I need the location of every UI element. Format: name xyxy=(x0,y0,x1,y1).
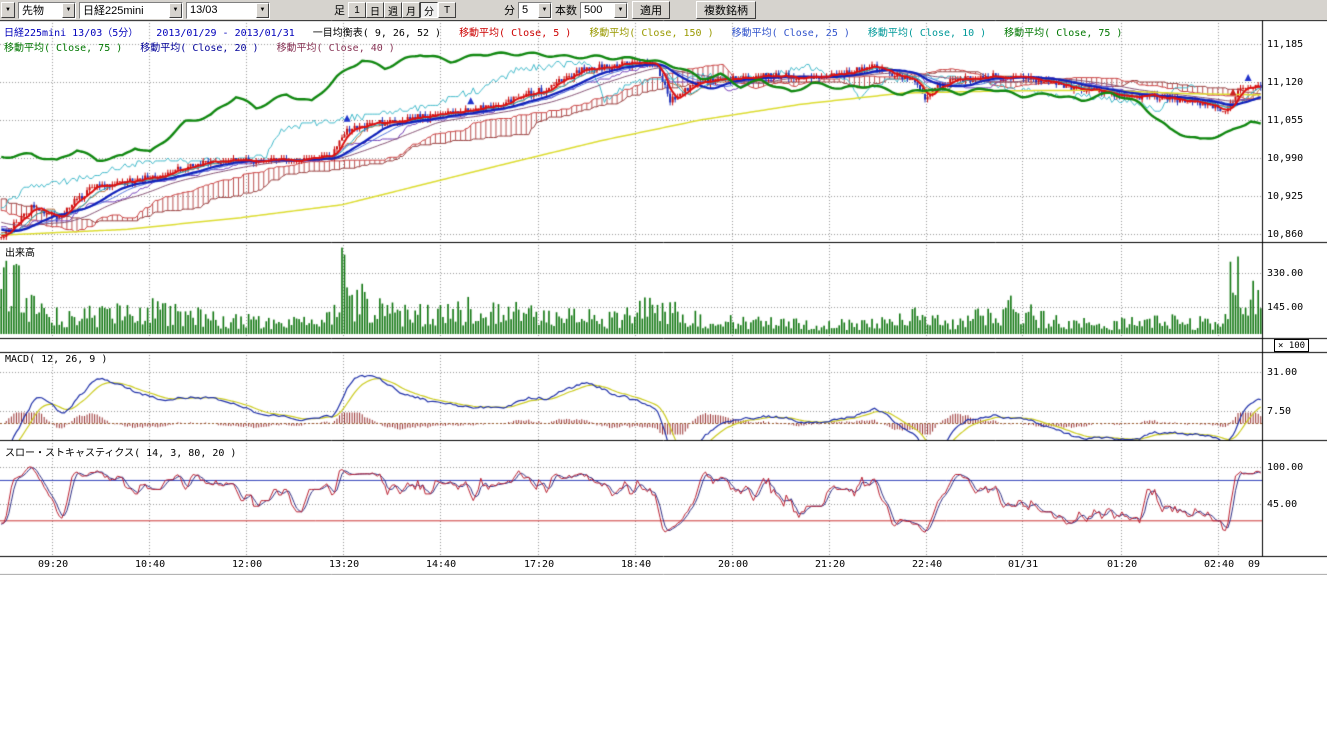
contract-select[interactable]: 13/03 ▼ xyxy=(186,2,270,19)
minutes-label: 分 xyxy=(504,2,515,18)
minutes-select[interactable]: 5 ▼ xyxy=(518,2,552,19)
toolbar: ▼ 先物 ▼ 日経225mini ▼ 13/03 ▼ 足 1日週月分T 分 5 … xyxy=(0,0,1327,20)
legend-item: 移動平均( Close, 40 ) xyxy=(277,43,395,54)
apply-button[interactable]: 適用 xyxy=(632,1,670,19)
bar-type-group: 1日週月分T xyxy=(348,2,456,18)
bar-type-button-1[interactable]: 日 xyxy=(366,2,384,18)
bar-type-label: 足 xyxy=(334,2,345,18)
legend-item: 移動平均( Close, 25 ) xyxy=(732,28,850,39)
chevron-down-icon[interactable]: ▼ xyxy=(169,3,182,18)
count-select-value: 500 xyxy=(584,4,602,16)
trading-chart-app: { "window": {"width": 1327, "height": 74… xyxy=(0,0,1327,748)
legend-item: 移動平均( Close, 5 ) xyxy=(459,28,571,39)
count-label: 本数 xyxy=(555,2,577,18)
legend-item: 移動平均( Close, 150 ) xyxy=(589,28,713,39)
bar-type-button-3[interactable]: 月 xyxy=(402,2,420,18)
legend-row: 日経225mini 13/03（5分）2013/01/29 - 2013/01/… xyxy=(4,23,1140,38)
legend-item: 移動平均( Close, 20 ) xyxy=(140,43,258,54)
legend-row: 移動平均( Close, 75 ) 移動平均( Close, 20 ) 移動平均( … xyxy=(4,38,1140,53)
minutes-select-value: 5 xyxy=(522,4,528,16)
bar-type-button-4[interactable]: 分 xyxy=(420,2,438,18)
market-select[interactable]: 先物 ▼ xyxy=(18,2,76,19)
chart-canvas[interactable] xyxy=(0,0,1327,575)
symbol-select[interactable]: 日経225mini ▼ xyxy=(79,2,183,19)
contract-select-value: 13/03 xyxy=(190,4,218,16)
bar-type-button-0[interactable]: 1 xyxy=(348,2,366,18)
window-chevron-button[interactable]: ▼ xyxy=(1,2,15,18)
multi-symbol-button[interactable]: 複数銘柄 xyxy=(696,1,756,19)
chevron-down-icon[interactable]: ▼ xyxy=(614,3,627,18)
legend-item: 移動平均( Close, 75 ) xyxy=(1004,28,1122,39)
count-select[interactable]: 500 ▼ xyxy=(580,2,628,19)
chart-legend: 日経225mini 13/03（5分）2013/01/29 - 2013/01/… xyxy=(4,23,1140,53)
chevron-down-icon[interactable]: ▼ xyxy=(256,3,269,18)
chevron-down-icon[interactable]: ▼ xyxy=(538,3,551,18)
chevron-down-icon[interactable]: ▼ xyxy=(62,3,75,18)
bar-type-button-2[interactable]: 週 xyxy=(384,2,402,18)
symbol-select-value: 日経225mini xyxy=(83,2,144,18)
bar-type-button-5[interactable]: T xyxy=(438,2,456,18)
legend-item: 移動平均( Close, 10 ) xyxy=(868,28,986,39)
market-select-value: 先物 xyxy=(22,2,44,18)
legend-item: 移動平均( Close, 75 ) xyxy=(4,43,122,54)
